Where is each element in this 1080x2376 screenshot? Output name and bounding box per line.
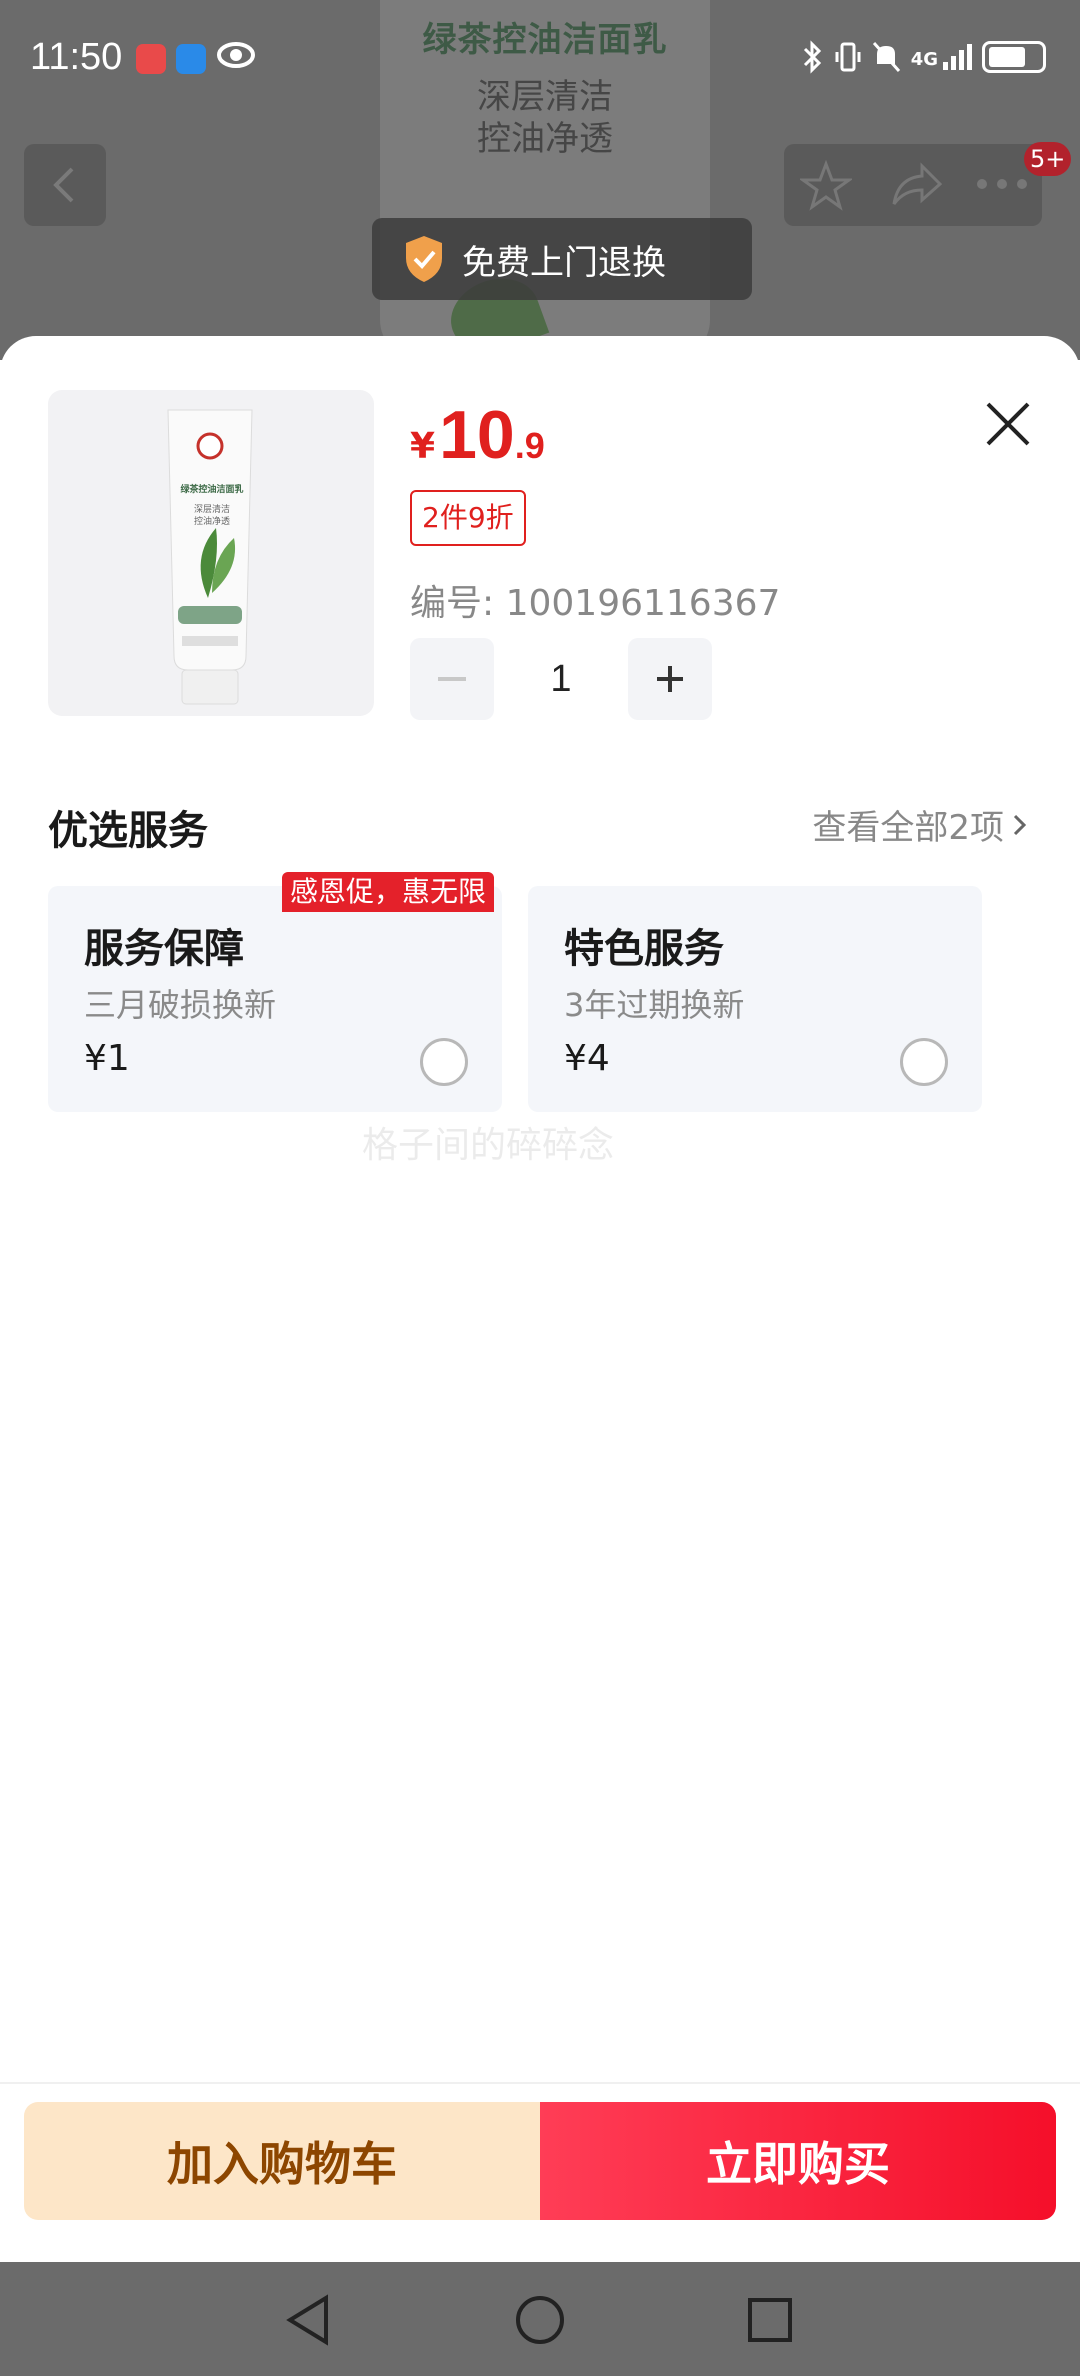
- sku-selection-sheet: 绿茶控油洁面乳 深层清洁 控油净透 ¥ 10 .9 2件9折 编号: 10019…: [0, 336, 1080, 2376]
- minus-icon: [438, 677, 466, 681]
- service-title: 特色服务: [564, 926, 724, 972]
- signal-label: 4G: [910, 49, 938, 70]
- promo-badge: 感恩促，惠无限: [282, 872, 495, 912]
- app-icon-blue: [176, 44, 206, 74]
- price-integer: 10: [439, 397, 515, 473]
- thumb-product-title: 绿茶控油洁面乳: [180, 485, 244, 495]
- background-product-sub-2: 控油净透: [477, 119, 613, 159]
- vibrate-icon: [835, 42, 861, 72]
- app-icon-red: [136, 44, 166, 74]
- close-button[interactable]: [974, 390, 1042, 458]
- eye-icon: [216, 40, 256, 74]
- battery-icon: [982, 41, 1046, 73]
- view-all-label: 查看全部2项: [812, 808, 1004, 848]
- service-desc: 3年过期换新: [564, 986, 745, 1024]
- recents-square-icon[interactable]: [742, 2292, 798, 2348]
- free-return-pill: 免费上门退换: [372, 218, 752, 300]
- watermark: 格子间的碎碎念: [362, 1125, 615, 1166]
- price-currency: ¥: [410, 426, 436, 467]
- home-circle-icon[interactable]: [512, 2292, 568, 2348]
- buy-now-button[interactable]: 立即购买: [540, 2102, 1056, 2220]
- view-all-services-link[interactable]: 查看全部2项: [812, 800, 1028, 849]
- product-tube-image: [167, 409, 253, 705]
- services-heading: 优选服务: [48, 808, 208, 854]
- back-triangle-icon[interactable]: [282, 2292, 338, 2348]
- action-bar-divider: [0, 2082, 1080, 2084]
- back-button[interactable]: [24, 144, 106, 226]
- mute-icon: [872, 42, 900, 72]
- shield-check-icon: [406, 236, 442, 282]
- service-desc: 三月破损换新: [84, 986, 277, 1024]
- top-actions: [784, 144, 1042, 226]
- close-icon: [986, 402, 1030, 446]
- star-icon[interactable]: [800, 160, 852, 212]
- service-radio[interactable]: [420, 1038, 468, 1086]
- decrease-quantity-button[interactable]: [410, 638, 494, 720]
- message-badge: 5+: [1024, 142, 1072, 176]
- add-to-cart-button[interactable]: 加入购物车: [24, 2102, 540, 2220]
- increase-quantity-button[interactable]: [628, 638, 712, 720]
- chevron-right-icon: [1013, 814, 1027, 835]
- chevron-left-icon: [53, 167, 74, 203]
- service-card[interactable]: 特色服务 3年过期换新 ¥4: [528, 886, 982, 1112]
- product-thumbnail: 绿茶控油洁面乳 深层清洁 控油净透: [48, 390, 374, 716]
- service-title: 服务保障: [84, 926, 244, 972]
- signal-4g-icon: 4G: [911, 44, 972, 70]
- plus-icon: [657, 666, 683, 692]
- price: ¥ 10 .9: [410, 396, 545, 474]
- more-icon[interactable]: [974, 174, 1030, 194]
- free-return-text: 免费上门退换: [462, 242, 666, 283]
- bluetooth-icon: [803, 40, 821, 74]
- sku-number: 编号: 100196116367: [410, 583, 781, 624]
- discount-tag: 2件9折: [410, 490, 526, 546]
- status-time: 11:50: [30, 36, 123, 78]
- quantity-stepper: 1: [410, 638, 712, 720]
- price-decimal: .9: [514, 425, 545, 466]
- status-icons-right: 4G: [801, 40, 1046, 74]
- status-bar: 11:50 4G: [0, 0, 1080, 110]
- system-nav-bar: [0, 2262, 1080, 2376]
- service-radio[interactable]: [900, 1038, 948, 1086]
- service-price: ¥4: [564, 1038, 610, 1079]
- quantity-value[interactable]: 1: [494, 658, 628, 701]
- share-icon[interactable]: [888, 160, 944, 212]
- thumb-product-sub-2: 控油净透: [193, 517, 230, 527]
- service-price: ¥1: [84, 1038, 130, 1079]
- service-card[interactable]: 服务保障 三月破损换新 ¥1: [48, 886, 502, 1112]
